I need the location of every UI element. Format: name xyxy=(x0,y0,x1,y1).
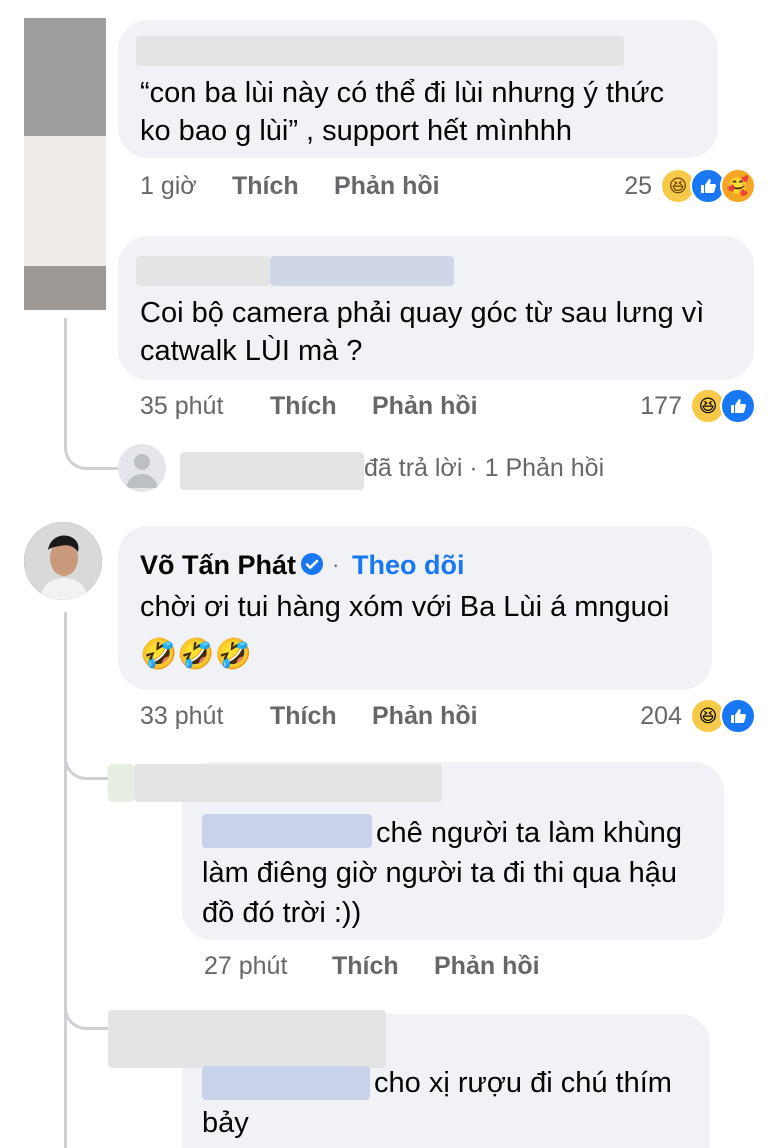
blurred-author-name xyxy=(270,256,454,286)
like-icon xyxy=(720,698,756,734)
comment-time[interactable]: 35 phút xyxy=(140,392,223,421)
reply-button[interactable]: Phản hồi xyxy=(334,172,440,201)
blurred-author-name xyxy=(108,1010,386,1068)
blurred-author-name xyxy=(136,36,624,66)
reaction-count[interactable]: 177 xyxy=(620,392,682,421)
blurred-author-name xyxy=(136,256,270,286)
comment-text: catwalk LÙI mà ? xyxy=(140,335,363,367)
verified-badge-icon xyxy=(300,552,324,576)
emoji-line: 🤣🤣🤣 xyxy=(140,638,253,671)
reply-time[interactable]: 27 phút xyxy=(204,952,287,981)
thread-curve-replies xyxy=(64,430,120,470)
blurred-reply-avatar xyxy=(108,764,134,802)
comment-text: Coi bộ camera phải quay góc từ sau lưng … xyxy=(140,297,705,329)
blurred-avatar-top xyxy=(24,18,106,136)
blurred-avatar-mid xyxy=(24,136,106,266)
default-avatar-icon xyxy=(118,444,166,492)
comment-text: “con ba lùi này có thể đi lùi nhưng ý th… xyxy=(140,77,665,109)
thread-line-2 xyxy=(64,612,67,1148)
blurred-mention xyxy=(202,1066,370,1100)
comment-time[interactable]: 33 phút xyxy=(140,702,223,731)
reply-text: bảy xyxy=(202,1107,249,1139)
like-button[interactable]: Thích xyxy=(232,172,299,201)
comment-text: ko bao g lùi” , support hết mìnhhh xyxy=(140,115,573,147)
avatar[interactable] xyxy=(24,522,102,600)
reaction-count[interactable]: 204 xyxy=(618,702,682,731)
reply-button[interactable]: Phản hồi xyxy=(372,392,478,421)
reaction-count[interactable]: 25 xyxy=(600,172,652,201)
replies-summary-link[interactable]: đã trả lời · 1 Phản hồi xyxy=(364,454,604,483)
blurred-mention xyxy=(202,814,372,848)
like-button[interactable]: Thích xyxy=(270,702,337,731)
like-button[interactable]: Thích xyxy=(332,952,399,981)
reply-text: đồ đó trời :)) xyxy=(202,897,362,929)
blurred-author-name xyxy=(180,452,364,490)
reply-text: cho xị rượu đi chú thím xyxy=(374,1067,672,1099)
reply-button[interactable]: Phản hồi xyxy=(434,952,540,981)
comment-time[interactable]: 1 giờ xyxy=(140,172,197,201)
separator-dot: · xyxy=(332,552,340,577)
reply-text: chê người ta làm khùng xyxy=(376,817,683,849)
like-icon xyxy=(720,388,756,424)
blurred-avatar-bottom xyxy=(24,266,106,310)
care-icon: 🥰 xyxy=(720,168,756,204)
author-name[interactable]: Võ Tấn Phát xyxy=(140,546,296,584)
like-button[interactable]: Thích xyxy=(270,392,337,421)
thread-line xyxy=(64,318,67,438)
follow-button[interactable]: Theo dõi xyxy=(352,546,464,584)
reply-button[interactable]: Phản hồi xyxy=(372,702,478,731)
comment-text: chời ơi tui hàng xóm với Ba Lùi á mnguoi xyxy=(140,591,670,623)
reply-text: làm điêng giờ người ta đi thi qua hậu xyxy=(202,857,678,889)
blurred-author-name xyxy=(134,764,442,802)
